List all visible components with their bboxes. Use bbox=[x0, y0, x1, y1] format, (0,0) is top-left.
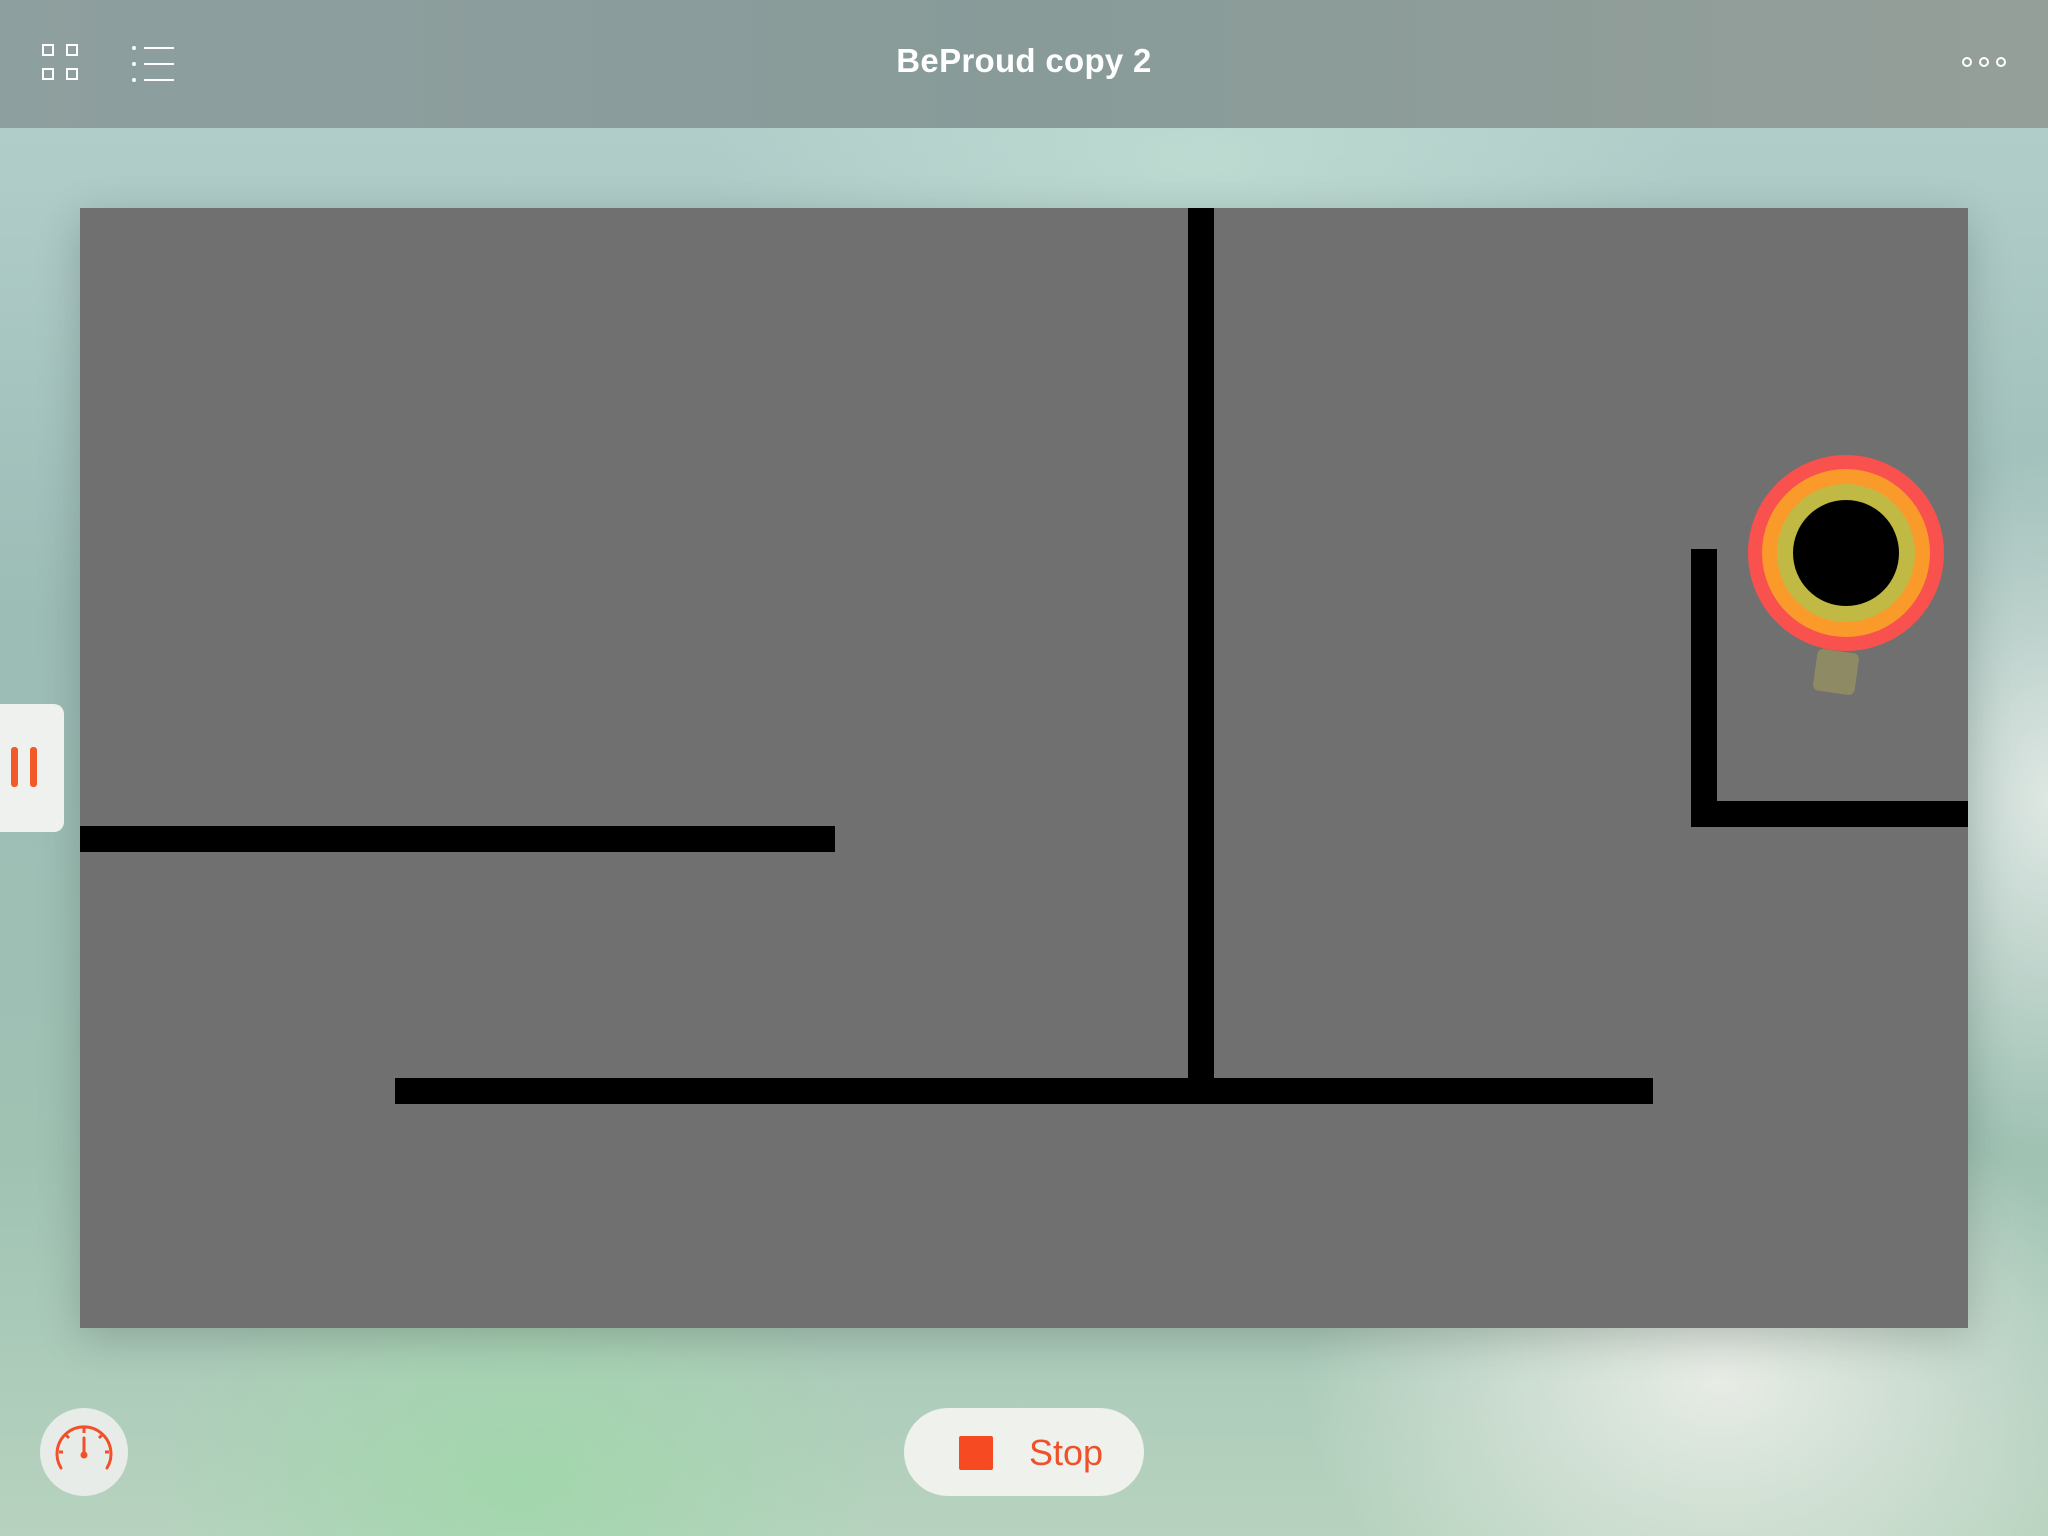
wall-vertical-right bbox=[1691, 549, 1717, 827]
goal-target bbox=[1748, 455, 1944, 651]
wall-horizontal-right bbox=[1691, 801, 1968, 827]
speed-button[interactable] bbox=[40, 1408, 128, 1496]
page-title: BeProud copy 2 bbox=[896, 42, 1152, 79]
wall-vertical-center bbox=[1188, 208, 1214, 1088]
pause-button[interactable] bbox=[0, 704, 64, 832]
player-sprite[interactable] bbox=[1812, 648, 1860, 696]
speedometer-icon bbox=[55, 1425, 113, 1470]
top-bar: BeProud copy 2 bbox=[0, 0, 2048, 128]
stop-label: Stop bbox=[1029, 1432, 1104, 1473]
wall-horizontal-left bbox=[80, 826, 835, 852]
stop-button[interactable]: Stop bbox=[904, 1408, 1144, 1496]
stop-square-icon bbox=[959, 1436, 993, 1470]
more-icon[interactable] bbox=[1962, 56, 2010, 72]
pause-icon bbox=[11, 747, 18, 787]
wall-horizontal-bottom bbox=[395, 1078, 1653, 1104]
game-stage[interactable] bbox=[80, 208, 1968, 1328]
